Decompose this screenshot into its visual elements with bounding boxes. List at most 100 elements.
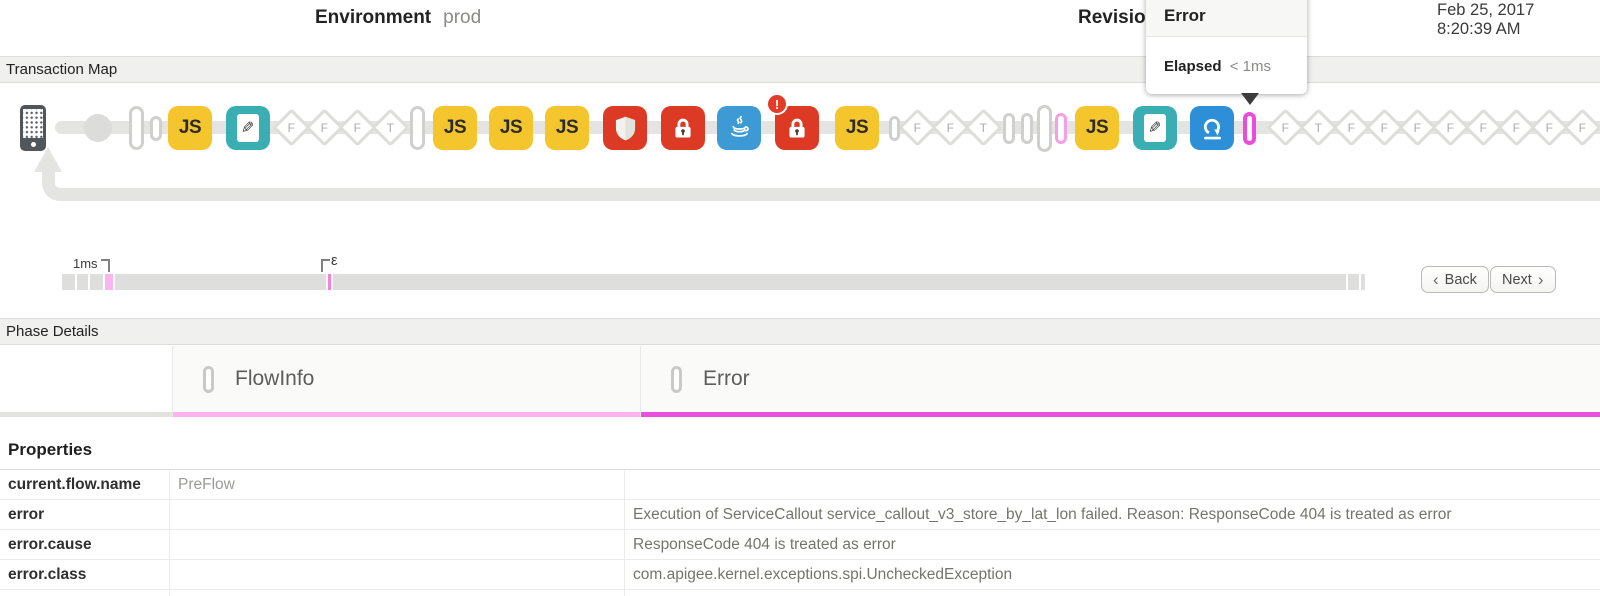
policy-icon-javascript[interactable]: JS [168,106,212,150]
js-label: JS [846,117,868,139]
policy-icon-lock-with-error[interactable]: ! [775,106,819,150]
condition-diamond[interactable]: F [1398,108,1436,146]
timeline-bracket-left-icon [321,259,330,272]
next-button-label: Next [1502,272,1532,288]
tooltip-elapsed-value: < 1ms [1230,58,1271,75]
policy-icon-spike-arrest[interactable] [603,106,647,150]
tab-flowinfo-label: FlowInfo [235,367,314,391]
timeline-segment-highlight [328,274,331,290]
condition-diamond[interactable]: F [1365,108,1403,146]
timeline-bracket-right-icon [101,259,110,272]
policy-icon-javascript[interactable]: JS [545,106,589,150]
condition-result-label: F [320,121,327,135]
property-name: error.cause [0,530,170,559]
properties-table: current.flow.namePreFlowerror Execution o… [0,470,1600,596]
property-error-value: Execution of ServiceCallout service_call… [625,500,1600,529]
step-capsule[interactable] [129,106,144,150]
js-label: JS [556,117,578,139]
back-button-label: Back [1445,272,1477,288]
transaction-timeline[interactable] [62,274,1365,290]
property-error-value: com.apigee.kernel.exceptions.spi.Uncheck… [625,560,1600,589]
timeline-segment [115,274,326,290]
condition-diamond[interactable]: T [371,108,409,146]
property-row: error.cause ResponseCode 404 is treated a… [0,530,1600,560]
condition-diamond[interactable]: F [272,108,310,146]
step-capsule[interactable] [1021,113,1033,144]
edit-pencil-icon: ✎ [237,114,259,142]
condition-diamond[interactable]: F [1497,108,1535,146]
property-flowinfo-value [170,530,625,559]
step-capsule[interactable] [1037,105,1052,152]
step-capsule[interactable] [1003,113,1015,144]
condition-diamond[interactable]: F [1332,108,1370,146]
condition-diamond[interactable]: F [1563,108,1600,146]
policy-icon-javascript[interactable]: JS [1075,106,1119,150]
condition-result-label: F [1413,121,1420,135]
condition-diamond[interactable]: F [338,108,376,146]
timeline-segment [333,274,1346,290]
edit-pencil-icon: ✎ [1144,114,1166,142]
tooltip-title: Error [1146,0,1307,37]
js-label: JS [500,117,522,139]
policy-icon-assign-message[interactable]: ✎ [226,106,270,150]
property-error-value: ResponseCode 404 is treated as error [625,530,1600,559]
phase-tabs: FlowInfo Error [0,346,1600,417]
condition-result-label: F [287,121,294,135]
condition-result-label: F [1578,121,1585,135]
condition-diamond[interactable]: F [1530,108,1568,146]
property-error-value [625,470,1600,499]
condition-result-label: T [386,121,393,135]
step-capsule[interactable] [150,116,162,141]
condition-diamond[interactable]: T [964,108,1002,146]
error-badge-icon: ! [766,93,788,115]
condition-diamond[interactable]: F [305,108,343,146]
condition-diamond[interactable]: F [1266,108,1304,146]
java-icon [726,115,753,142]
condition-result-label: F [913,121,920,135]
timeline-segment [1348,274,1359,290]
condition-result-label: F [946,121,953,135]
back-button[interactable]: ‹ Back [1421,266,1489,293]
property-name: error [0,500,170,529]
policy-icon-javascript[interactable]: JS [433,106,477,150]
phase-details-title: Phase Details [6,323,99,340]
phase-details-header: Phase Details [0,318,1600,345]
policy-icon-java[interactable] [717,106,761,150]
property-name: current.flow.name [0,470,170,499]
properties-title: Properties [0,417,1600,470]
step-tooltip: Error Elapsed < 1ms [1146,0,1307,94]
timeline-segment [90,274,103,290]
policy-icon-javascript[interactable]: JS [835,106,879,150]
condition-diamond[interactable]: F [1431,108,1469,146]
property-name: error.class [0,560,170,589]
shield-icon [612,115,639,142]
next-button[interactable]: Next › [1490,266,1556,293]
condition-diamond[interactable]: T [1299,108,1337,146]
timeline-marker-1ms: 1ms [73,256,98,271]
policy-icon-javascript[interactable]: JS [489,106,533,150]
step-capsule[interactable] [410,106,425,150]
condition-diamond[interactable]: F [898,108,936,146]
policy-icon-service-callout[interactable] [1190,106,1234,150]
timeline-marker-epsilon: ε [331,252,338,269]
step-capsule-icon [671,366,682,393]
trace-debug-view: Environmentprod Revision Feb 25, 2017 8:… [0,0,1600,596]
step-capsule-magenta[interactable] [1243,112,1256,145]
callout-loop-icon [1199,115,1226,142]
property-flowinfo-value [170,560,625,589]
chevron-right-icon: › [1538,270,1544,290]
policy-icon-assign-message[interactable]: ✎ [1133,106,1177,150]
step-capsule-pink[interactable] [1055,113,1067,144]
tab-error[interactable]: Error [640,346,1600,417]
property-row: current.flow.namePreFlow [0,470,1600,500]
timeline-segment [1361,274,1365,290]
js-label: JS [444,117,466,139]
tab-flowinfo[interactable]: FlowInfo [172,346,640,417]
step-capsule-icon [203,366,214,393]
condition-diamond[interactable]: F [931,108,969,146]
properties-section: Properties current.flow.namePreFlowerror… [0,417,1600,596]
policy-icon-verify-api-key[interactable] [661,106,705,150]
condition-diamond[interactable]: F [1464,108,1502,146]
property-row: error Execution of ServiceCallout service… [0,500,1600,530]
tooltip-body: Elapsed < 1ms [1146,37,1307,94]
